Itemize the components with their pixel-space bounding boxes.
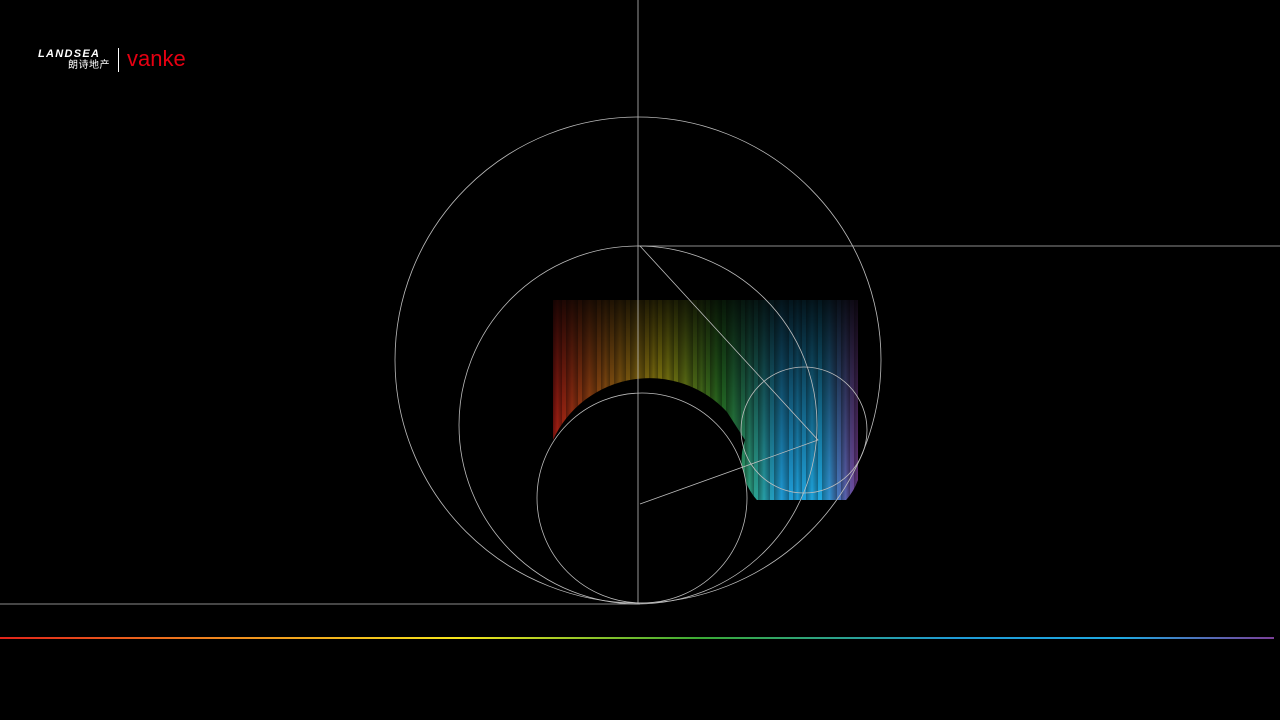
small-circle-fill <box>537 393 747 603</box>
canvas: LANDSEA 朗诗地产 vanke <box>0 0 1280 720</box>
geometric-construction-graphic <box>0 0 1280 639</box>
rainbow-bar <box>793 300 802 500</box>
rainbow-bar <box>841 300 850 500</box>
rainbow-bar <box>822 300 837 500</box>
rainbow-bar <box>758 300 770 500</box>
spectrum-line <box>0 637 1274 639</box>
rainbow-bar <box>745 300 754 500</box>
